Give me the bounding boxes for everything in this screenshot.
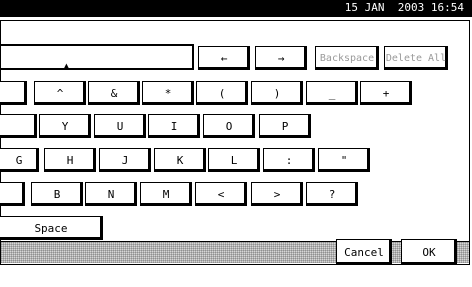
key-label: I (170, 119, 178, 133)
key-b[interactable]: B (31, 182, 83, 206)
key-g[interactable]: G (0, 148, 39, 172)
key-label: ^ (56, 86, 64, 100)
key-k[interactable]: K (154, 148, 206, 172)
key-less-than[interactable]: < (195, 182, 247, 206)
key-label: P (281, 119, 289, 133)
delete-all-button[interactable]: Delete All (384, 46, 448, 70)
key-label: : (285, 153, 293, 167)
left-arrow-icon: ← (220, 51, 228, 65)
key-label: B (53, 187, 61, 201)
key-label: _ (328, 86, 336, 100)
key-caret[interactable]: ^ (34, 81, 86, 105)
keyboard-panel: ▲ ← → Backspace Delete All ^ & * ( ) _ +… (0, 20, 470, 265)
key-label: " (340, 153, 348, 167)
text-input-field[interactable]: ▲ (0, 44, 194, 70)
key-label: & (110, 86, 118, 100)
ok-button[interactable]: OK (401, 239, 457, 265)
ok-label: OK (422, 245, 436, 259)
cursor-left-button[interactable]: ← (198, 46, 250, 70)
key-u[interactable]: U (94, 114, 146, 138)
backspace-label: Backspace (319, 52, 375, 64)
key-label: G (15, 153, 23, 167)
delete-all-label: Delete All (385, 52, 447, 64)
key-ampersand[interactable]: & (88, 81, 140, 105)
key-close-paren[interactable]: ) (251, 81, 303, 105)
key-label: J (121, 153, 129, 167)
key-label: K (176, 153, 184, 167)
key-underscore[interactable]: _ (306, 81, 358, 105)
key-label: < (217, 187, 225, 201)
key-y[interactable]: Y (39, 114, 91, 138)
key-asterisk[interactable]: * (142, 81, 194, 105)
datetime: 15 JAN 2003 16:54 (344, 1, 464, 14)
key-greater-than[interactable]: > (251, 182, 303, 206)
key-m[interactable]: M (140, 182, 192, 206)
cancel-button[interactable]: Cancel (336, 239, 392, 265)
cursor-marker: ▲ (64, 61, 69, 70)
key-j[interactable]: J (99, 148, 151, 172)
key-h[interactable]: H (44, 148, 96, 172)
key-label: + (382, 86, 390, 100)
key-label: O (225, 119, 233, 133)
right-arrow-icon: → (277, 51, 285, 65)
key-label: ( (218, 86, 226, 100)
key-question[interactable]: ? (306, 182, 358, 206)
key-partial[interactable] (0, 182, 25, 206)
key-label: ) (273, 86, 281, 100)
key-label: > (273, 187, 281, 201)
cancel-label: Cancel (344, 245, 384, 259)
key-l[interactable]: L (208, 148, 260, 172)
key-label: H (66, 153, 74, 167)
space-button[interactable]: Space (0, 216, 103, 240)
key-label: * (164, 86, 172, 100)
key-partial[interactable] (0, 114, 37, 138)
backspace-button[interactable]: Backspace (315, 46, 379, 70)
key-colon[interactable]: : (263, 148, 315, 172)
key-p[interactable]: P (259, 114, 311, 138)
key-i[interactable]: I (148, 114, 200, 138)
key-label: ? (328, 187, 336, 201)
key-open-paren[interactable]: ( (196, 81, 248, 105)
key-o[interactable]: O (203, 114, 255, 138)
action-bar: Cancel OK (1, 239, 469, 265)
key-label: U (116, 119, 124, 133)
key-label: M (162, 187, 170, 201)
key-n[interactable]: N (85, 182, 137, 206)
key-label: N (107, 187, 115, 201)
key-label: Y (61, 119, 69, 133)
key-label: L (230, 153, 238, 167)
space-label: Space (34, 221, 68, 235)
status-bar: 15 JAN 2003 16:54 (0, 0, 472, 17)
key-partial[interactable] (0, 81, 27, 105)
key-double-quote[interactable]: " (318, 148, 370, 172)
cursor-right-button[interactable]: → (255, 46, 307, 70)
key-plus[interactable]: + (360, 81, 412, 105)
